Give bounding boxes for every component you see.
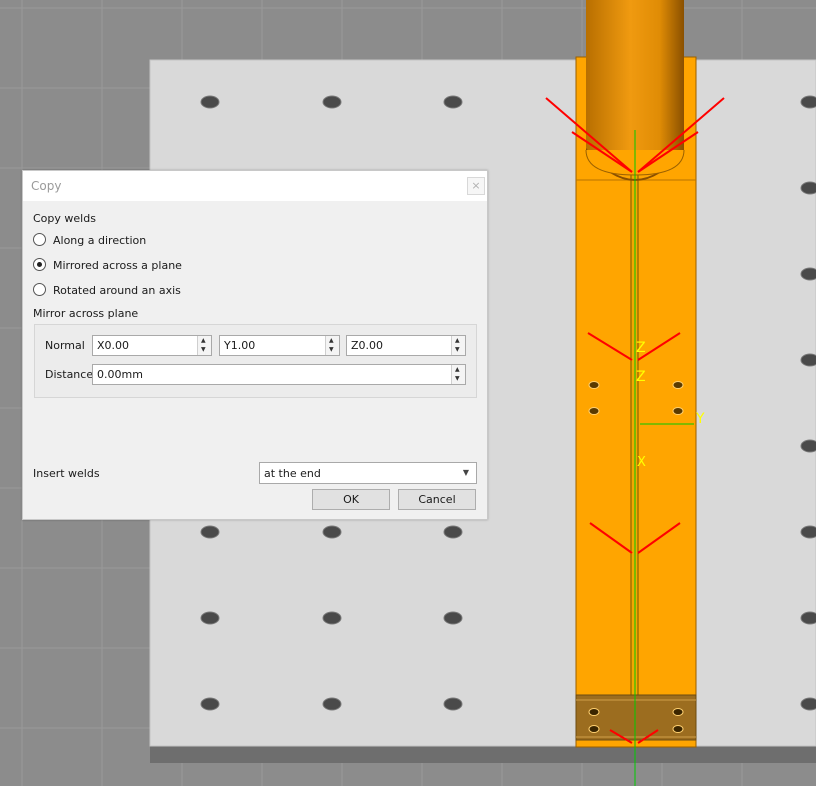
spin-up-icon[interactable]: ▲ (201, 338, 206, 344)
z-axis-label: Z (636, 340, 646, 356)
close-icon: × (471, 179, 481, 192)
normal-y-value: Y1.00 (224, 339, 256, 352)
normal-x-value: X0.00 (97, 339, 130, 352)
z-axis-label-2: Z (636, 369, 646, 385)
distance-spinbox[interactable]: 0.00mm ▲ ▼ (92, 364, 466, 385)
spin-up-icon[interactable]: ▲ (455, 367, 460, 373)
option-label: Mirrored across a plane (53, 259, 182, 272)
spin-up-icon[interactable]: ▲ (329, 338, 334, 344)
option-label: Along a direction (53, 234, 147, 247)
close-button[interactable]: × (467, 177, 485, 195)
option-label: Rotated around an axis (53, 284, 181, 297)
plate-hole (800, 353, 816, 367)
normal-y-spinbox[interactable]: Y1.00 ▲ ▼ (219, 335, 340, 356)
distance-label: Distance (45, 368, 94, 381)
spin-up-icon[interactable]: ▲ (455, 338, 460, 344)
mirror-group-label: Mirror across plane (33, 307, 139, 320)
copy-dialog: Copy × Copy welds Along a direction Mirr… (22, 170, 488, 520)
part-hole (588, 381, 600, 389)
radio-mirrored-plane[interactable] (33, 258, 46, 271)
plate-hole (200, 697, 220, 711)
dialog-title-bar[interactable]: Copy × (23, 171, 487, 201)
insert-welds-label: Insert welds (33, 467, 100, 480)
normal-x-spinbox[interactable]: X0.00 ▲ ▼ (92, 335, 212, 356)
spin-arrows[interactable]: ▲ ▼ (451, 365, 465, 384)
part-hole (672, 407, 684, 415)
insert-welds-value: at the end (264, 467, 321, 480)
normal-z-spinbox[interactable]: Z0.00 ▲ ▼ (346, 335, 466, 356)
spin-down-icon[interactable]: ▼ (455, 376, 460, 382)
vertical-tube[interactable] (586, 0, 684, 150)
radio-rotated-axis[interactable] (33, 283, 46, 296)
part-hole (672, 381, 684, 389)
spin-arrows[interactable]: ▲ ▼ (197, 336, 211, 355)
dialog-title: Copy (31, 179, 62, 193)
plate-hole (443, 697, 463, 711)
plate-hole (800, 697, 816, 711)
normal-z-value: Z0.00 (351, 339, 384, 352)
plate-hole (800, 95, 816, 109)
plate-hole (443, 525, 463, 539)
bracket-hole (588, 725, 600, 733)
ok-button[interactable]: OK (312, 489, 390, 510)
plate-hole (443, 95, 463, 109)
bracket-hole (588, 708, 600, 716)
plate-hole (322, 95, 342, 109)
bracket-hole (672, 725, 684, 733)
plate-hole (800, 267, 816, 281)
plate-hole (322, 611, 342, 625)
bottom-bracket (575, 694, 697, 741)
copy-welds-label: Copy welds (33, 212, 96, 225)
plate-hole (800, 439, 816, 453)
plate-hole (800, 525, 816, 539)
plate-hole (200, 525, 220, 539)
plate-hole (322, 525, 342, 539)
distance-value: 0.00mm (97, 368, 143, 381)
insert-welds-combobox[interactable]: at the end ▼ (259, 462, 477, 484)
plate-hole (800, 611, 816, 625)
plate-hole (200, 95, 220, 109)
normal-label: Normal (45, 339, 85, 352)
cancel-button[interactable]: Cancel (398, 489, 476, 510)
x-axis-label: X (637, 455, 646, 470)
plate-hole (443, 611, 463, 625)
radio-along-direction[interactable] (33, 233, 46, 246)
plate-hole (322, 697, 342, 711)
y-axis-label: Y (695, 411, 705, 427)
bracket-hole (672, 708, 684, 716)
plate-hole (200, 611, 220, 625)
chevron-down-icon[interactable]: ▼ (463, 468, 469, 477)
spin-arrows[interactable]: ▲ ▼ (451, 336, 465, 355)
plate-edge (150, 745, 816, 763)
part-hole (588, 407, 600, 415)
spin-down-icon[interactable]: ▼ (329, 347, 334, 353)
plate-hole (800, 181, 816, 195)
spin-arrows[interactable]: ▲ ▼ (325, 336, 339, 355)
spin-down-icon[interactable]: ▼ (201, 347, 206, 353)
mirror-plane-group: Normal X0.00 ▲ ▼ Y1.00 ▲ ▼ Z0.00 ▲ ▼ Dis… (34, 324, 477, 398)
spin-down-icon[interactable]: ▼ (455, 347, 460, 353)
